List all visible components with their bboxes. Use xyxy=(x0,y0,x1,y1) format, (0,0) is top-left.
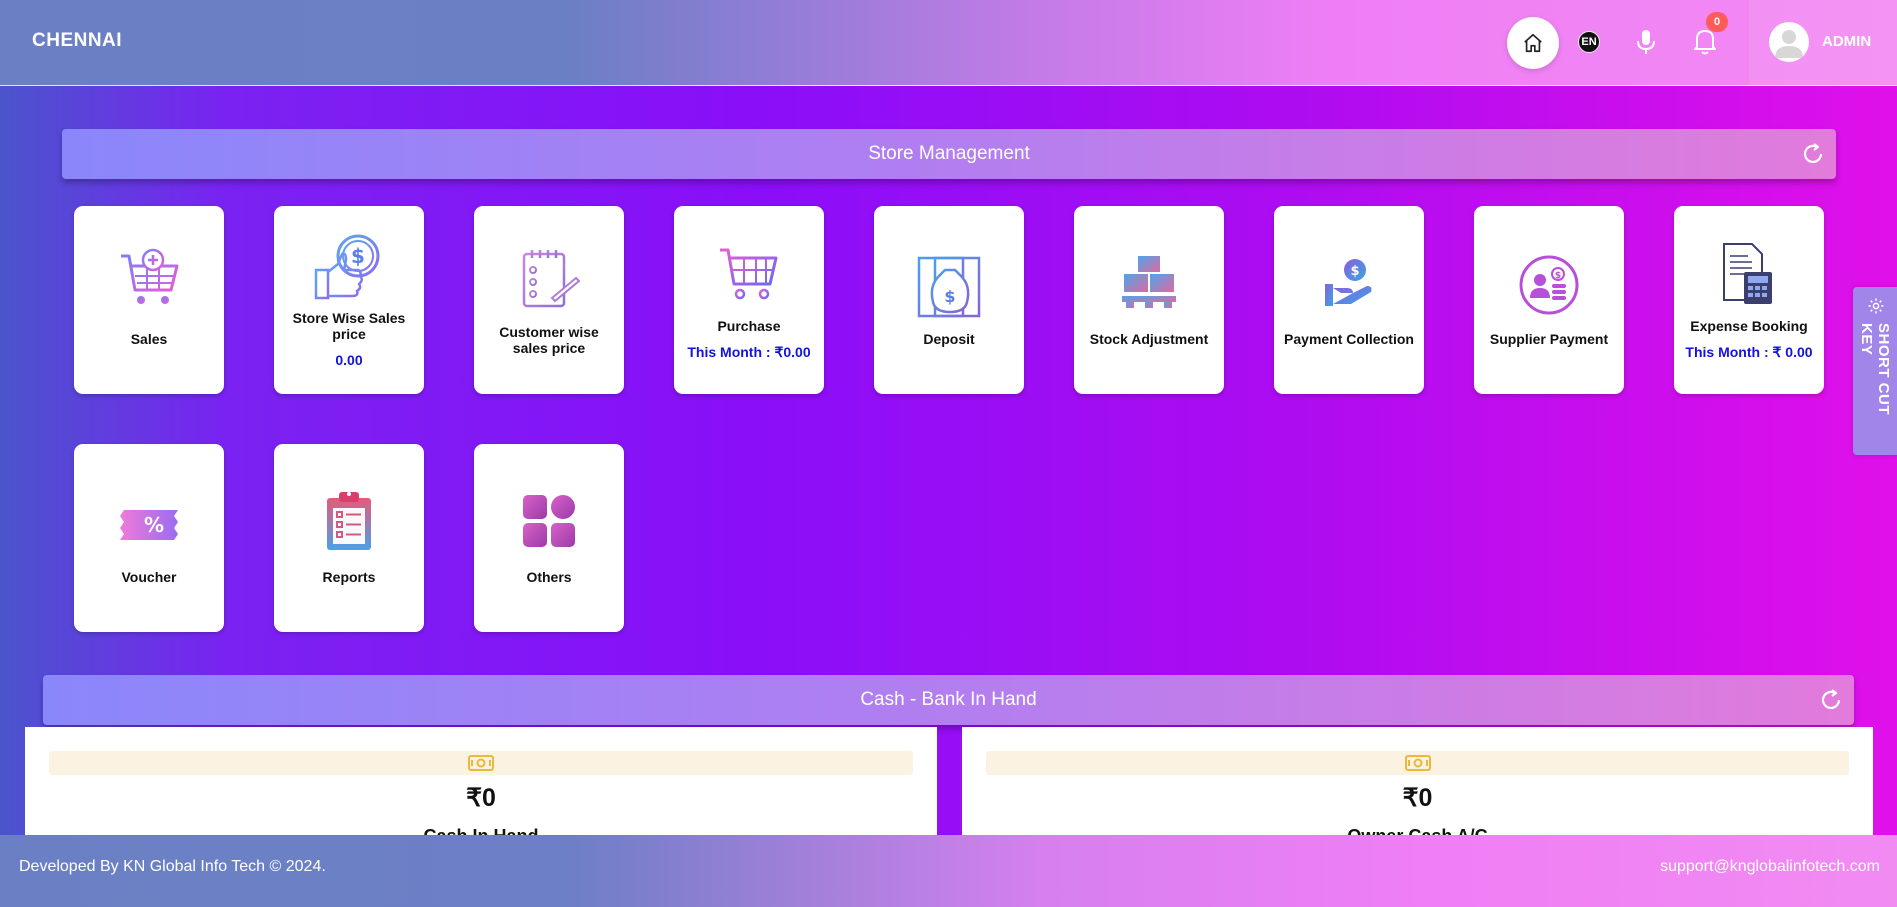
cash-strip xyxy=(49,751,913,775)
refresh-icon[interactable] xyxy=(1800,141,1826,167)
tile-label: Reports xyxy=(322,569,376,585)
svg-text:$: $ xyxy=(1350,264,1359,279)
voucher-icon: % xyxy=(120,510,178,540)
tile-label: Purchase xyxy=(717,318,781,334)
cart-plus-icon xyxy=(121,248,179,304)
tile-reports[interactable]: Reports xyxy=(274,444,424,632)
support-email-link[interactable]: support@knglobalinfotech.com xyxy=(1660,858,1880,876)
home-button[interactable] xyxy=(1507,17,1559,69)
tile-label: Sales xyxy=(130,331,168,347)
section-title: Store Management xyxy=(868,143,1030,164)
tile-supplier-payment[interactable]: $ Supplier Payment xyxy=(1474,206,1624,394)
mic-icon[interactable] xyxy=(1634,28,1658,56)
tile-label: Store Wise Sales price xyxy=(292,310,406,342)
checklist-icon xyxy=(522,250,580,308)
brand-name: CHENNAI xyxy=(32,30,123,51)
cash-bank-header: Cash - Bank In Hand xyxy=(43,675,1854,725)
tile-deposit[interactable]: $ Deposit xyxy=(874,206,1024,394)
footer-credit: Developed By KN Global Info Tech © 2024. xyxy=(19,858,326,875)
cart-icon xyxy=(720,248,778,300)
money-bag-icon: $ xyxy=(917,256,981,318)
top-bar: CHENNAI EN 0 ADMIN xyxy=(0,0,1897,86)
cash-amount: ₹0 xyxy=(1402,784,1433,812)
language-button[interactable]: EN xyxy=(1578,31,1600,53)
footer: Developed By KN Global Info Tech © 2024.… xyxy=(0,835,1897,907)
user-menu[interactable]: ADMIN xyxy=(1749,0,1897,86)
tile-sales[interactable]: Sales xyxy=(74,206,224,394)
shortcut-key-tab[interactable]: SHORT CUT KEY xyxy=(1853,287,1897,455)
tile-label: Expense Booking xyxy=(1690,318,1808,334)
svg-text:$: $ xyxy=(1555,271,1561,281)
tile-value: 0.00 xyxy=(335,352,363,368)
boxes-icon xyxy=(1122,256,1176,308)
tile-label: Others xyxy=(526,569,572,585)
refresh-icon[interactable] xyxy=(1818,687,1844,713)
tile-label: Supplier Payment xyxy=(1489,331,1609,347)
tile-value: This Month : ₹ 0.00 xyxy=(1685,344,1813,360)
tile-store-wise-sales-price[interactable]: $ Store Wise Sales price 0.00 xyxy=(274,206,424,394)
tile-voucher[interactable]: % Voucher xyxy=(74,444,224,632)
user-name: ADMIN xyxy=(1822,33,1872,50)
grid-icon xyxy=(523,495,575,547)
gear-icon xyxy=(1868,298,1884,314)
clipboard-icon xyxy=(327,492,371,550)
hand-coin-icon: $ xyxy=(1325,259,1372,306)
tile-customer-wise-sales-price[interactable]: Customer wise sales price xyxy=(474,206,624,394)
store-management-header: Store Management xyxy=(62,129,1836,179)
avatar xyxy=(1769,22,1809,62)
tile-stock-adjustment[interactable]: Stock Adjustment xyxy=(1074,206,1224,394)
tile-label: Deposit xyxy=(923,331,975,347)
svg-text:$: $ xyxy=(351,244,365,268)
cash-icon xyxy=(1404,755,1431,771)
cash-in-hand-card: ₹0 Cash In Hand xyxy=(25,727,937,846)
home-icon xyxy=(1524,33,1542,53)
tile-label: Customer wise sales price xyxy=(499,324,599,356)
tile-expense-booking[interactable]: Expense Booking This Month : ₹ 0.00 xyxy=(1674,206,1824,394)
thumbs-up-dollar-icon: $ xyxy=(314,234,380,300)
shortcut-key-label: SHORT CUT KEY xyxy=(1858,323,1892,415)
tile-payment-collection[interactable]: $ Payment Collection xyxy=(1274,206,1424,394)
cash-icon xyxy=(468,755,494,771)
cash-strip xyxy=(986,751,1849,775)
user-icon xyxy=(1775,30,1803,58)
cash-amount: ₹0 xyxy=(466,784,496,812)
notification-badge: 0 xyxy=(1706,12,1728,32)
tile-label: Payment Collection xyxy=(1284,331,1414,347)
owner-cash-card: ₹0 Owner Cash A/C xyxy=(962,727,1873,846)
tile-label: Stock Adjustment xyxy=(1089,331,1209,347)
svg-text:$: $ xyxy=(944,287,955,306)
calculator-doc-icon xyxy=(1723,243,1772,304)
tile-others[interactable]: Others xyxy=(474,444,624,632)
tile-value: This Month : ₹0.00 xyxy=(687,344,811,360)
tile-label: Voucher xyxy=(121,569,177,585)
tile-purchase[interactable]: Purchase This Month : ₹0.00 xyxy=(674,206,824,394)
svg-text:%: % xyxy=(144,513,164,537)
supplier-icon: $ xyxy=(1519,255,1579,315)
section-title: Cash - Bank In Hand xyxy=(860,689,1037,710)
